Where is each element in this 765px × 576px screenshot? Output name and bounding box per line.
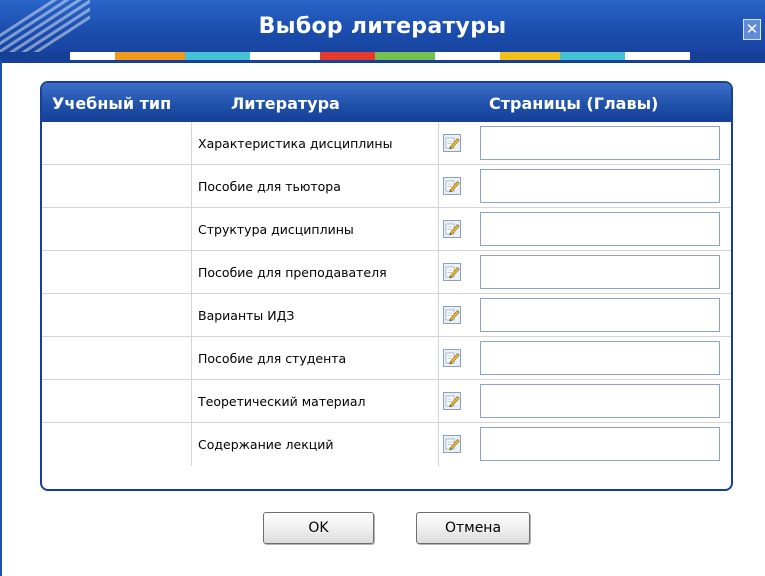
pages-input[interactable] (480, 298, 720, 332)
pages-input[interactable] (480, 169, 720, 203)
column-divider (438, 380, 439, 422)
cell-literature: Варианты ИДЗ (198, 307, 295, 323)
close-button[interactable]: ✕ (743, 19, 761, 40)
cell-type (42, 337, 192, 379)
table-row: Пособие для преподавателя (42, 251, 731, 294)
edit-pencil-icon[interactable] (443, 177, 461, 195)
cell-type (42, 251, 192, 293)
pages-input[interactable] (480, 427, 720, 461)
cell-type (42, 380, 192, 422)
cell-literature: Пособие для преподавателя (198, 264, 387, 280)
cell-type (42, 165, 192, 207)
column-divider (438, 337, 439, 379)
dialog-title: Выбор литературы (258, 14, 507, 39)
cell-literature: Пособие для тьютора (198, 178, 341, 194)
cell-type (42, 294, 192, 336)
column-divider (438, 122, 439, 164)
close-icon: ✕ (745, 20, 759, 38)
table-row: Характеристика дисциплины (42, 122, 731, 165)
table-row: Варианты ИДЗ (42, 294, 731, 337)
pages-input[interactable] (480, 212, 720, 246)
edit-pencil-icon[interactable] (443, 349, 461, 367)
cell-literature: Содержание лекций (198, 437, 334, 452)
column-divider (438, 251, 439, 293)
cancel-button[interactable]: Отмена (416, 512, 530, 544)
table-row: Теоретический материал (42, 380, 731, 423)
header-type: Учебный тип (52, 94, 172, 113)
pages-input[interactable] (480, 341, 720, 375)
cell-type (42, 122, 192, 164)
table-row: Пособие для студента (42, 337, 731, 380)
cell-literature: Характеристика дисциплины (198, 135, 393, 151)
cell-type (42, 208, 192, 250)
column-divider (438, 423, 439, 466)
column-divider (438, 294, 439, 336)
header-pages: Страницы (Главы) (489, 94, 659, 113)
table-row: Содержание лекций (42, 423, 731, 466)
table-header: Учебный тип Литература Страницы (Главы) (42, 83, 731, 122)
edit-pencil-icon[interactable] (443, 263, 461, 281)
edit-pencil-icon[interactable] (443, 220, 461, 238)
edit-pencil-icon[interactable] (443, 134, 461, 152)
window-left-border (0, 60, 2, 576)
cell-literature: Структура дисциплины (198, 221, 354, 237)
cell-type (42, 423, 192, 466)
header-literature: Литература (231, 94, 340, 113)
title-bar: Выбор литературы ✕ (0, 0, 765, 63)
ok-button[interactable]: OK (263, 512, 374, 544)
edit-pencil-icon[interactable] (443, 435, 461, 453)
edit-pencil-icon[interactable] (443, 392, 461, 410)
column-divider (438, 208, 439, 250)
pages-input[interactable] (480, 255, 720, 289)
column-divider (438, 165, 439, 207)
table-row: Структура дисциплины (42, 208, 731, 251)
pages-input[interactable] (480, 384, 720, 418)
table-row: Пособие для тьютора (42, 165, 731, 208)
title-color-strip (0, 52, 765, 60)
edit-pencil-icon[interactable] (443, 306, 461, 324)
cell-literature: Пособие для студента (198, 350, 347, 366)
literature-table: Учебный тип Литература Страницы (Главы) … (40, 81, 733, 491)
cell-literature: Теоретический материал (198, 393, 366, 409)
pages-input[interactable] (480, 126, 720, 160)
